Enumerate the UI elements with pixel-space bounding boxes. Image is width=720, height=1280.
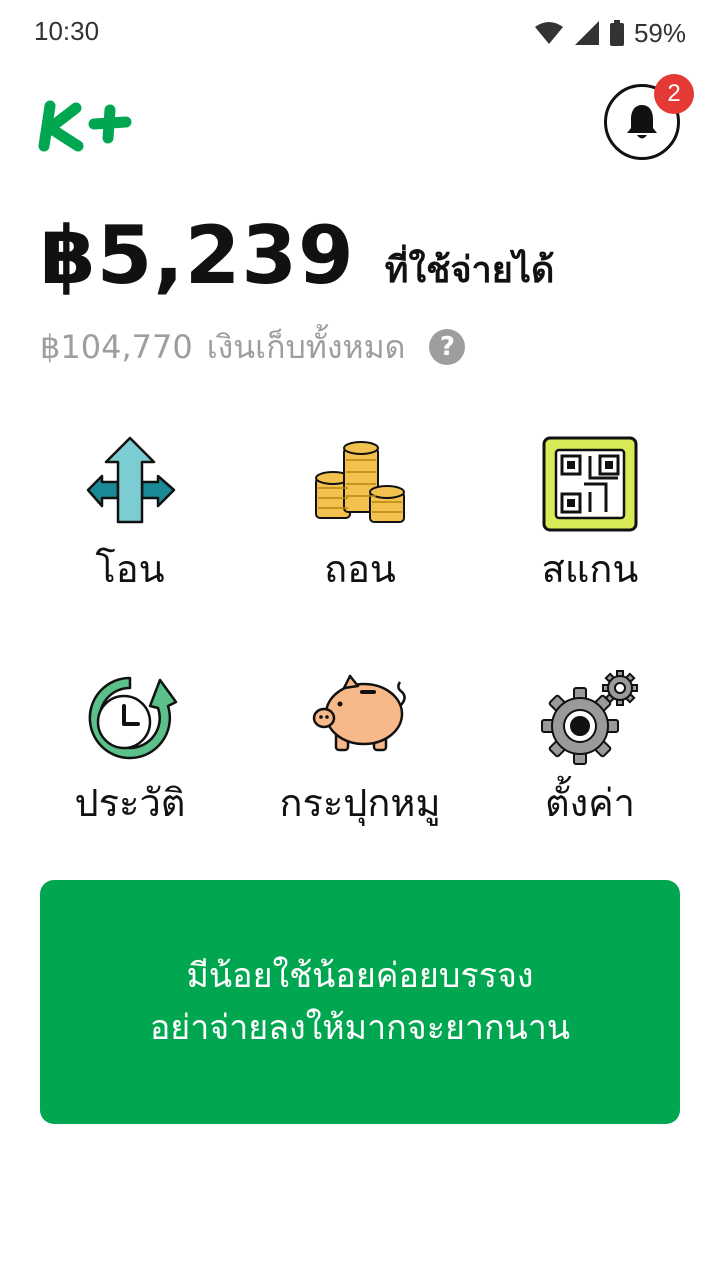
status-icons: 59% (534, 16, 686, 50)
settings-gears-icon (541, 670, 638, 765)
savings-amount: ฿104,770 (40, 328, 193, 366)
menu-history[interactable]: ประวัติ (15, 668, 245, 848)
menu-label-withdraw: ถอน (324, 547, 396, 591)
available-balance: ฿5,239 ที่ใช้จ่ายได้ (40, 206, 554, 306)
menu-scan[interactable]: สแกน (475, 434, 705, 614)
balance-amount: ฿5,239 (40, 209, 355, 302)
menu-label-transfer: โอน (95, 547, 165, 591)
menu-settings[interactable]: ตั้งค่า (475, 668, 705, 848)
kplus-logo (38, 100, 132, 152)
status-bar: 10:30 59% (0, 0, 720, 64)
bell-icon (627, 105, 657, 139)
wifi-icon (534, 22, 563, 44)
battery-percent: 59% (633, 17, 686, 48)
history-clock-icon (88, 676, 178, 760)
qr-code-icon (542, 436, 638, 532)
quote-line-2: อย่าจ่ายลงให้มากจะยากนาน (149, 1008, 571, 1048)
balance-label: ที่ใช้จ่ายได้ (384, 250, 555, 291)
menu-transfer[interactable]: โอน (15, 434, 245, 614)
savings-label: เงินเก็บทั้งหมด (206, 327, 406, 366)
menu-label-settings: ตั้งค่า (545, 781, 635, 825)
menu-label-piggy-bank: กระปุกหมู (279, 781, 441, 825)
total-savings: ฿104,770 เงินเก็บทั้งหมด ? (40, 322, 466, 372)
coin-stack-icon (315, 441, 405, 523)
status-time: 10:30 (34, 16, 100, 46)
help-icon[interactable]: ? (429, 329, 466, 365)
notification-badge: 2 (654, 74, 694, 114)
quote-line-1: มีน้อยใช้น้อยค่อยบรรจง (186, 956, 534, 996)
menu-label-scan: สแกน (541, 547, 639, 591)
signal-icon (574, 21, 599, 45)
menu-piggy-bank[interactable]: กระปุกหมู (245, 668, 475, 848)
transfer-arrows-icon (86, 436, 176, 524)
battery-icon (609, 20, 624, 46)
menu-label-history: ประวัติ (74, 781, 186, 825)
menu-withdraw[interactable]: ถอน (245, 434, 475, 614)
savings-quote-card: มีน้อยใช้น้อยค่อยบรรจง อย่าจ่ายลงให้มากจ… (40, 880, 680, 1124)
piggy-bank-icon (312, 674, 406, 752)
